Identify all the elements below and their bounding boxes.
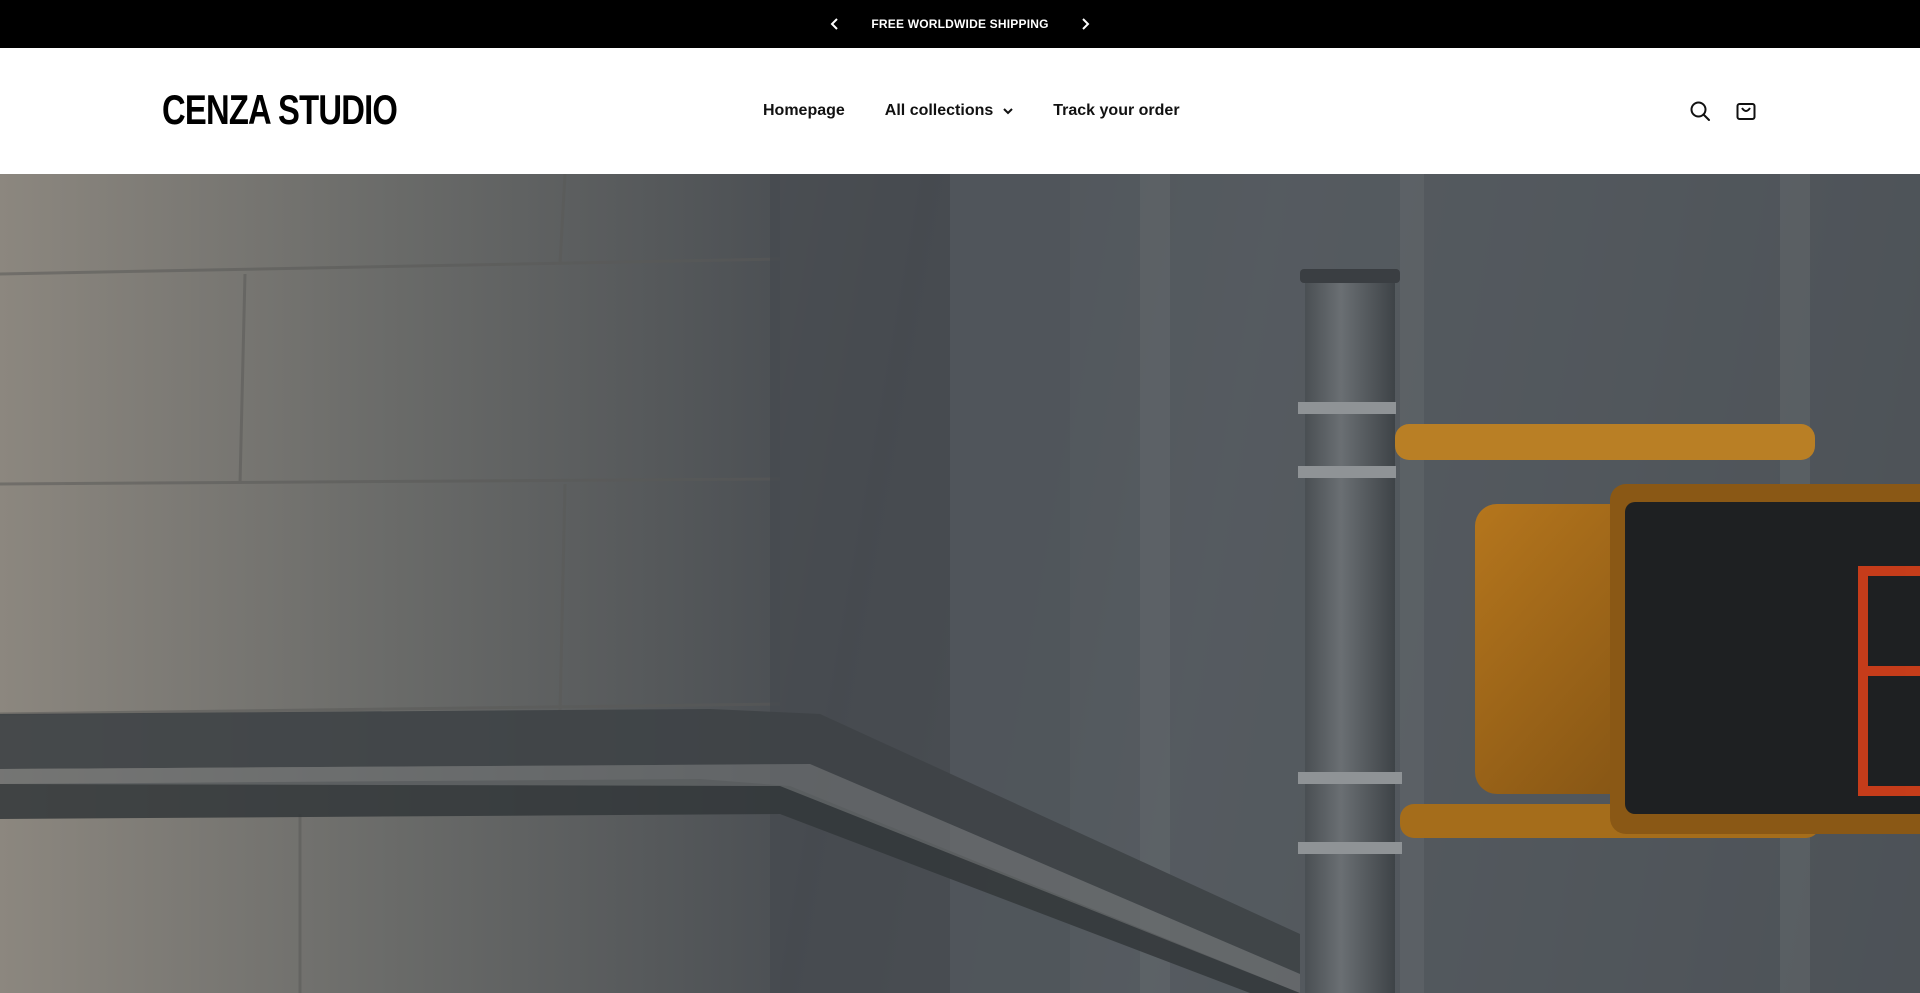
main-nav: Homepage All collections Track your orde… <box>763 48 1180 174</box>
announcement-prev-button[interactable] <box>821 10 849 38</box>
announcement-bar: FREE WORLDWIDE SHIPPING <box>0 0 1920 48</box>
hero-image <box>0 174 1920 993</box>
nav-all-collections[interactable]: All collections <box>885 102 1013 120</box>
chevron-down-icon <box>1003 107 1013 115</box>
nav-label: Homepage <box>763 102 845 119</box>
chevron-left-icon <box>830 18 839 30</box>
cart-button[interactable] <box>1732 97 1760 125</box>
header-icons <box>1668 48 1760 174</box>
search-button[interactable] <box>1686 97 1714 125</box>
announcement-next-button[interactable] <box>1071 10 1099 38</box>
search-icon <box>1690 101 1710 121</box>
cart-icon <box>1736 103 1756 120</box>
nav-track-order[interactable]: Track your order <box>1053 102 1179 120</box>
chevron-right-icon <box>1081 18 1090 30</box>
nav-homepage[interactable]: Homepage <box>763 102 845 120</box>
nav-label: All collections <box>884 102 994 119</box>
logo[interactable]: CENZA STUDIO <box>162 86 398 134</box>
announcement-text: FREE WORLDWIDE SHIPPING <box>871 17 1049 31</box>
nav-label: Track your order <box>1053 102 1180 119</box>
site-header: CENZA STUDIO Homepage All collections Tr… <box>0 48 1920 174</box>
street-corner-illustration <box>0 174 1920 993</box>
